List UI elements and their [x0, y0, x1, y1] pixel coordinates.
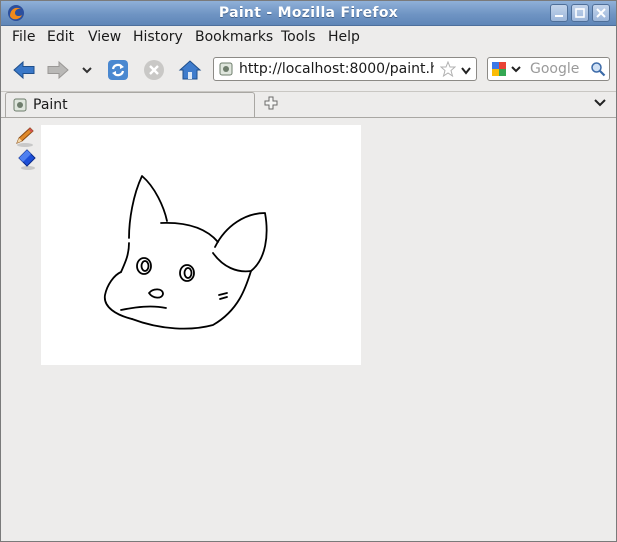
- title-bar[interactable]: Paint - Mozilla Firefox: [1, 1, 616, 26]
- back-button[interactable]: [11, 57, 37, 83]
- menu-view[interactable]: View: [88, 29, 121, 45]
- minimize-button[interactable]: [550, 4, 568, 22]
- bookmark-star-icon[interactable]: [439, 60, 457, 78]
- tab-strip: Paint: [1, 91, 616, 118]
- tab-paint[interactable]: Paint: [5, 92, 255, 117]
- menu-history[interactable]: History: [133, 29, 183, 45]
- reload-button[interactable]: [105, 57, 131, 83]
- home-icon: [178, 60, 202, 80]
- forward-button[interactable]: [45, 57, 71, 83]
- reload-icon: [108, 60, 128, 80]
- stop-icon: [144, 60, 164, 80]
- menu-bar: File Edit View History Bookmarks Tools H…: [1, 26, 616, 48]
- eraser-tool[interactable]: [17, 149, 39, 171]
- drawing-canvas[interactable]: [41, 125, 361, 365]
- browser-window: Paint - Mozilla Firefox File Edit View H…: [0, 0, 617, 542]
- menu-bookmarks[interactable]: Bookmarks: [195, 29, 273, 45]
- menu-file[interactable]: File: [12, 29, 35, 45]
- chevron-down-icon: [82, 67, 92, 74]
- pencil-icon: [16, 127, 34, 147]
- tab-label: Paint: [33, 97, 68, 113]
- menu-help[interactable]: Help: [328, 29, 360, 45]
- page-icon: [219, 62, 233, 76]
- eraser-icon: [18, 149, 36, 170]
- new-tab-button[interactable]: [263, 95, 279, 111]
- url-text[interactable]: http://localhost:8000/paint.html: [239, 61, 434, 77]
- menu-tools[interactable]: Tools: [281, 29, 316, 45]
- home-button[interactable]: [177, 57, 203, 83]
- search-bar[interactable]: Google: [487, 57, 610, 81]
- chevron-down-icon: [594, 99, 606, 107]
- minimize-icon: [555, 15, 563, 17]
- forward-arrow-icon: [47, 60, 69, 80]
- google-icon[interactable]: [491, 61, 525, 77]
- maximize-icon: [575, 8, 585, 18]
- magnifier-icon[interactable]: [590, 61, 606, 77]
- fox-sketch: [104, 175, 268, 330]
- pencil-tool[interactable]: [14, 126, 36, 148]
- window-title: Paint - Mozilla Firefox: [218, 5, 399, 21]
- menu-edit[interactable]: Edit: [47, 29, 74, 45]
- page-content: [1, 118, 616, 541]
- history-dropdown-button[interactable]: [79, 57, 95, 83]
- back-arrow-icon: [13, 60, 35, 80]
- url-bar[interactable]: http://localhost:8000/paint.html: [213, 57, 477, 81]
- tab-list-button[interactable]: [593, 97, 607, 109]
- stop-button[interactable]: [141, 57, 167, 83]
- plus-icon: [264, 96, 278, 110]
- close-button[interactable]: [592, 4, 610, 22]
- maximize-button[interactable]: [571, 4, 589, 22]
- chevron-down-icon[interactable]: [460, 64, 472, 75]
- page-icon: [13, 98, 27, 112]
- close-icon: [596, 8, 606, 18]
- search-input[interactable]: Google: [530, 61, 579, 77]
